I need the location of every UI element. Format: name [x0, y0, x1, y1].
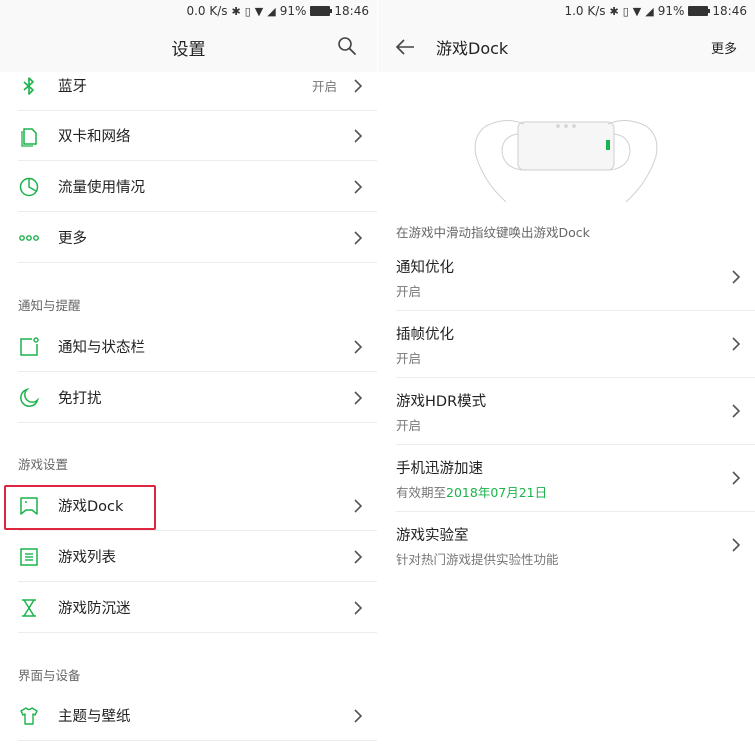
phone-hands-illustration [474, 120, 658, 203]
game-dock-content: 在游戏中滑动指纹键唤出游戏Dock 通知优化 开启 插帧优化 开启 游戏HDR模… [378, 72, 755, 756]
setting-row-notification-optimize[interactable]: 通知优化 开启 [378, 244, 755, 311]
fingerprint-hint: 在游戏中滑动指纹键唤出游戏Dock [396, 225, 590, 240]
chevron-right-icon [354, 390, 363, 405]
chevron-right-icon [354, 78, 363, 93]
settings-item-label: 游戏列表 [58, 550, 116, 566]
settings-item-label: 蓝牙 [58, 79, 87, 95]
row-title: 通知优化 [396, 260, 454, 276]
chevron-right-icon [354, 708, 363, 723]
settings-screen: 0.0 K/s ✱ ▯ ▼ ◢ 91% 18:46 设置 蓝牙 开启 双卡和网络… [0, 0, 377, 756]
chevron-right-icon [732, 471, 741, 485]
vibrate-icon: ▯ [244, 4, 251, 18]
more-dots-icon [19, 234, 39, 241]
settings-item-label: 更多 [58, 231, 87, 247]
moon-icon [20, 387, 40, 407]
search-icon[interactable] [337, 36, 357, 56]
title-bar: 游戏Dock 更多 [378, 22, 755, 72]
wifi-icon: ▼ [632, 4, 642, 18]
shirt-icon [20, 706, 38, 725]
chevron-right-icon [354, 179, 363, 194]
chevron-right-icon [732, 404, 741, 418]
row-title: 手机迅游加速 [396, 461, 483, 477]
row-title: 游戏实验室 [396, 528, 469, 544]
chevron-right-icon [354, 549, 363, 564]
setting-row-game-lab[interactable]: 游戏实验室 针对热门游戏提供实验性功能 [378, 512, 755, 579]
expiry-date: 2018年07月21日 [446, 485, 548, 500]
status-bar: 1.0 K/s ✱ ▯ ▼ ◢ 91% 18:46 [378, 0, 755, 22]
divider [18, 740, 377, 741]
settings-item-label: 免打扰 [58, 391, 102, 407]
setting-row-xunyou-accelerate[interactable]: 手机迅游加速 有效期至2018年07月21日 [378, 445, 755, 512]
row-subtitle: 有效期至2018年07月21日 [396, 482, 547, 501]
bluetooth-status-icon: ✱ [231, 4, 241, 18]
network-speed: 1.0 K/s [564, 4, 606, 18]
divider [18, 262, 377, 263]
setting-row-game-hdr[interactable]: 游戏HDR模式 开启 [378, 378, 755, 445]
chevron-right-icon [732, 270, 741, 284]
clock: 18:46 [334, 4, 369, 18]
chevron-right-icon [354, 230, 363, 245]
settings-item-notification-bar[interactable]: 通知与状态栏 [0, 321, 377, 372]
row-title: 插帧优化 [396, 327, 454, 343]
hourglass-icon [22, 598, 36, 617]
section-header-game: 游戏设置 [18, 457, 69, 472]
settings-list: 蓝牙 开启 双卡和网络 流量使用情况 更多 通知与提醒 通知与状态栏 免打扰 游… [0, 72, 377, 756]
section-header-interface: 界面与设备 [18, 668, 81, 683]
bluetooth-status-icon: ✱ [609, 4, 619, 18]
settings-item-theme-wallpaper[interactable]: 主题与壁纸 [0, 690, 377, 741]
battery-percent: 91% [657, 4, 685, 18]
settings-item-value: 开启 [311, 79, 337, 94]
settings-item-label: 流量使用情况 [58, 180, 145, 196]
chevron-right-icon [354, 600, 363, 615]
setting-row-frame-interpolation[interactable]: 插帧优化 开启 [378, 311, 755, 378]
settings-item-game-anti-addiction[interactable]: 游戏防沉迷 [0, 582, 377, 633]
chevron-right-icon [354, 498, 363, 513]
row-title: 游戏HDR模式 [396, 394, 487, 410]
battery-percent: 91% [279, 4, 307, 18]
section-header-notifications: 通知与提醒 [18, 298, 81, 313]
settings-item-bluetooth[interactable]: 蓝牙 开启 [0, 60, 377, 111]
settings-item-sim-network[interactable]: 双卡和网络 [0, 110, 377, 161]
row-subtitle: 开启 [396, 351, 422, 366]
more-button[interactable]: 更多 [711, 38, 737, 57]
chevron-right-icon [732, 337, 741, 351]
signal-icon: ◢ [267, 4, 276, 18]
settings-item-label: 游戏防沉迷 [58, 601, 131, 617]
row-subtitle: 开启 [396, 418, 422, 433]
settings-item-label: 通知与状态栏 [58, 340, 145, 356]
pie-chart-icon [19, 177, 39, 196]
status-bar: 0.0 K/s ✱ ▯ ▼ ◢ 91% 18:46 [0, 0, 377, 22]
chevron-right-icon [354, 128, 363, 143]
settings-item-game-list[interactable]: 游戏列表 [0, 531, 377, 582]
battery-icon [310, 6, 333, 16]
row-subtitle: 针对热门游戏提供实验性功能 [396, 552, 559, 567]
signal-icon: ◢ [645, 4, 654, 18]
page-title: 游戏Dock [436, 39, 509, 58]
vibrate-icon: ▯ [622, 4, 629, 18]
battery-icon [688, 6, 711, 16]
wifi-icon: ▼ [254, 4, 264, 18]
game-dock-screen: 1.0 K/s ✱ ▯ ▼ ◢ 91% 18:46 游戏Dock 更多 在游戏中… [378, 0, 755, 756]
divider [18, 422, 377, 423]
page-title: 设置 [171, 39, 206, 60]
clock: 18:46 [712, 4, 747, 18]
bluetooth-icon [23, 76, 34, 95]
sim-card-icon [21, 127, 37, 147]
settings-item-data-usage[interactable]: 流量使用情况 [0, 161, 377, 212]
expiry-prefix: 有效期至 [396, 485, 447, 500]
chevron-right-icon [354, 339, 363, 354]
highlight-box [4, 485, 156, 530]
settings-item-do-not-disturb[interactable]: 免打扰 [0, 372, 377, 423]
notification-icon [20, 336, 39, 356]
settings-item-label: 双卡和网络 [58, 129, 131, 145]
chevron-right-icon [732, 538, 741, 552]
settings-item-label: 主题与壁纸 [58, 709, 131, 725]
divider [18, 632, 377, 633]
list-icon [20, 547, 38, 566]
row-subtitle: 开启 [396, 284, 422, 299]
settings-item-more[interactable]: 更多 [0, 212, 377, 263]
network-speed: 0.0 K/s [186, 4, 228, 18]
back-arrow-icon[interactable] [394, 36, 416, 58]
